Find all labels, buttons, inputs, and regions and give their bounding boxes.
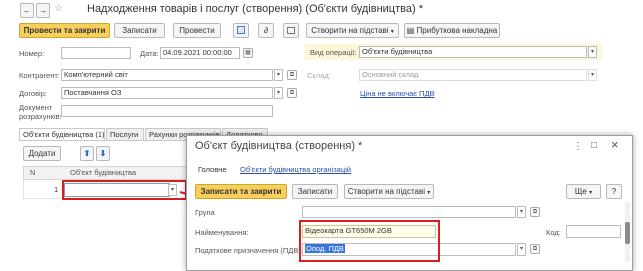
chevron-down-icon: ▾	[519, 209, 523, 215]
code-field[interactable]	[566, 225, 621, 238]
code-label: Код:	[546, 228, 561, 237]
dialog-scrollbar-thumb[interactable]	[625, 222, 630, 244]
dialog-help-button[interactable]: ?	[606, 184, 622, 199]
warehouse-dropdown[interactable]: ▾	[588, 69, 597, 81]
warehouse-field[interactable]: Основний склад	[359, 69, 587, 81]
operation-dropdown[interactable]: ▾	[588, 46, 597, 58]
contract-label: Договір:	[19, 89, 47, 98]
calendar-icon: ▦	[245, 50, 251, 56]
counterparty-open-button[interactable]: ⧉	[287, 70, 297, 80]
name-label: Найменування:	[195, 228, 249, 237]
group-open-button[interactable]: ⧉	[530, 207, 540, 217]
column-n-header: N	[30, 168, 36, 177]
open-link-icon: ⧉	[289, 72, 295, 78]
back-arrow-icon: ←	[23, 6, 31, 15]
chevron-down-icon: ▾	[390, 29, 394, 35]
post-button[interactable]: Провести	[173, 23, 221, 38]
calendar-button[interactable]: ▦	[243, 48, 253, 58]
report-icon	[237, 26, 245, 34]
chevron-down-icon: ▾	[590, 49, 594, 55]
tab-services[interactable]: Послуги	[106, 128, 144, 140]
dialog-more-button[interactable]: Ще ▾	[566, 184, 601, 199]
vat-purpose-dropdown[interactable]: ▾	[517, 243, 526, 256]
vat-open-button[interactable]: ⧉	[530, 244, 540, 254]
chevron-down-icon: ▾	[519, 246, 523, 252]
structure-icon	[287, 27, 295, 34]
group-field[interactable]	[302, 206, 516, 218]
column-object-header: Об'єкт будівництва	[70, 168, 137, 177]
dialog-tab-organization-objects[interactable]: Об'єкти будівництва організацій	[240, 165, 351, 174]
vat-purpose-label: Податкове призначення (ПДВ):	[195, 246, 303, 255]
arrow-up-icon: ⬆	[83, 149, 91, 158]
open-link-icon: ⧉	[289, 90, 295, 96]
page-title: Надходження товарів і послуг (створення)…	[87, 3, 423, 15]
favorite-star-icon[interactable]: ☆	[54, 3, 63, 14]
dialog-minimize-icon[interactable]: □	[591, 140, 597, 151]
report-button[interactable]	[233, 23, 249, 38]
price-vat-link[interactable]: Ціна не включає ПДВ	[360, 89, 435, 98]
operation-field[interactable]: Об'єкти будівництва	[359, 46, 587, 58]
contract-dropdown[interactable]: ▾	[274, 87, 283, 99]
forward-arrow-icon: →	[39, 6, 47, 15]
invoice-button[interactable]: ▤ Прибуткова накладна	[404, 23, 500, 38]
dialog-title: Об'єкт будівництва (створення) *	[195, 140, 363, 152]
number-label: Номер:	[19, 49, 45, 58]
date-label: Дата:	[140, 49, 159, 58]
group-label: Група	[195, 208, 215, 217]
post-and-close-button[interactable]: Провести та закрити	[19, 23, 110, 38]
counterparty-dropdown[interactable]: ▾	[274, 69, 283, 81]
chevron-down-icon: ▾	[276, 90, 280, 96]
group-dropdown[interactable]: ▾	[517, 206, 526, 218]
add-row-button[interactable]: Додати	[23, 146, 61, 161]
number-field[interactable]	[61, 47, 131, 59]
dialog-save-close-button[interactable]: Записати та закрити	[195, 184, 287, 199]
paperclip-icon: ∂	[264, 26, 268, 35]
printer-icon: ▤	[406, 26, 415, 35]
date-field[interactable]: 04.09.2021 00:00:00	[160, 47, 240, 59]
back-button[interactable]: ←	[20, 3, 34, 18]
open-link-icon: ⧉	[532, 246, 538, 252]
counterparty-label: Контрагент:	[19, 71, 60, 80]
chevron-down-icon: ▾	[427, 190, 431, 196]
warehouse-label: Склад:	[307, 71, 331, 80]
attach-button[interactable]: ∂	[258, 23, 274, 38]
open-link-icon: ⧉	[532, 209, 538, 215]
create-based-button[interactable]: Створити на підставі ▾	[306, 23, 399, 38]
dialog-save-button[interactable]: Записати	[292, 184, 338, 199]
contract-field[interactable]: Поставчання ОЗ	[61, 87, 273, 99]
move-down-button[interactable]: ⬇	[96, 146, 110, 161]
settlement-label: Документ розрахунків:	[19, 103, 62, 121]
chevron-down-icon: ▾	[276, 72, 280, 78]
move-up-button[interactable]: ⬆	[80, 146, 94, 161]
arrow-down-icon: ⬇	[99, 149, 107, 158]
forward-button[interactable]: →	[36, 3, 50, 18]
settlement-field[interactable]	[61, 105, 273, 117]
counterparty-field[interactable]: Комп'ютерний світ	[61, 69, 273, 81]
contract-open-button[interactable]: ⧉	[287, 88, 297, 98]
dialog-tab-main[interactable]: Головне	[198, 165, 227, 174]
structure-button[interactable]	[283, 23, 299, 38]
dialog-menu-icon[interactable]: ⋮	[573, 141, 583, 152]
chevron-down-icon: ▾	[590, 72, 594, 78]
dialog-create-based-button[interactable]: Створити на підставі ▾	[344, 184, 434, 199]
operation-label: Вид операції:	[310, 48, 357, 57]
chevron-down-icon: ▾	[589, 190, 593, 196]
save-button[interactable]: Записати	[114, 23, 165, 38]
dialog-close-icon[interactable]: ×	[611, 137, 619, 152]
row-number: 1	[54, 185, 59, 194]
object-cell-highlight	[62, 180, 187, 200]
name-vat-highlight	[299, 220, 440, 262]
